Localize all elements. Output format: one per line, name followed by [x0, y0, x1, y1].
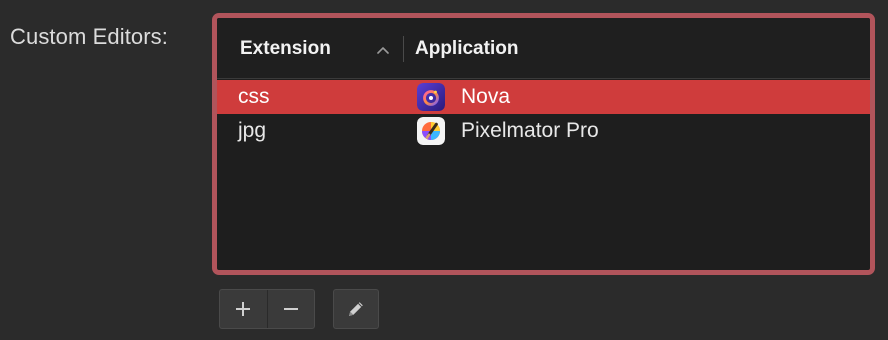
extension-cell: jpg	[238, 119, 267, 142]
table-row[interactable]: css Nova	[217, 80, 870, 114]
edit-button[interactable]	[333, 289, 379, 329]
custom-editors-label: Custom Editors:	[10, 24, 168, 49]
sort-ascending-icon[interactable]	[375, 44, 391, 56]
column-divider[interactable]	[403, 36, 404, 62]
pixelmator-pro-app-icon	[417, 117, 445, 145]
table-row[interactable]: jpg Pixelmator Pro	[217, 114, 870, 148]
remove-button[interactable]	[266, 290, 315, 328]
custom-editors-table[interactable]: Extension Application css Nova jpg Pixel…	[212, 13, 875, 275]
add-remove-control	[219, 289, 315, 329]
minus-icon	[283, 308, 298, 310]
add-button[interactable]	[220, 290, 267, 328]
column-header-application[interactable]: Application	[415, 38, 518, 60]
extension-cell: css	[238, 85, 270, 108]
application-cell: Nova	[461, 85, 511, 108]
table-header: Extension Application	[217, 18, 870, 79]
pencil-icon	[349, 302, 363, 316]
nova-app-icon	[417, 83, 445, 111]
application-cell: Pixelmator Pro	[461, 119, 599, 142]
plus-icon	[236, 302, 251, 316]
column-header-extension[interactable]: Extension	[240, 38, 331, 60]
